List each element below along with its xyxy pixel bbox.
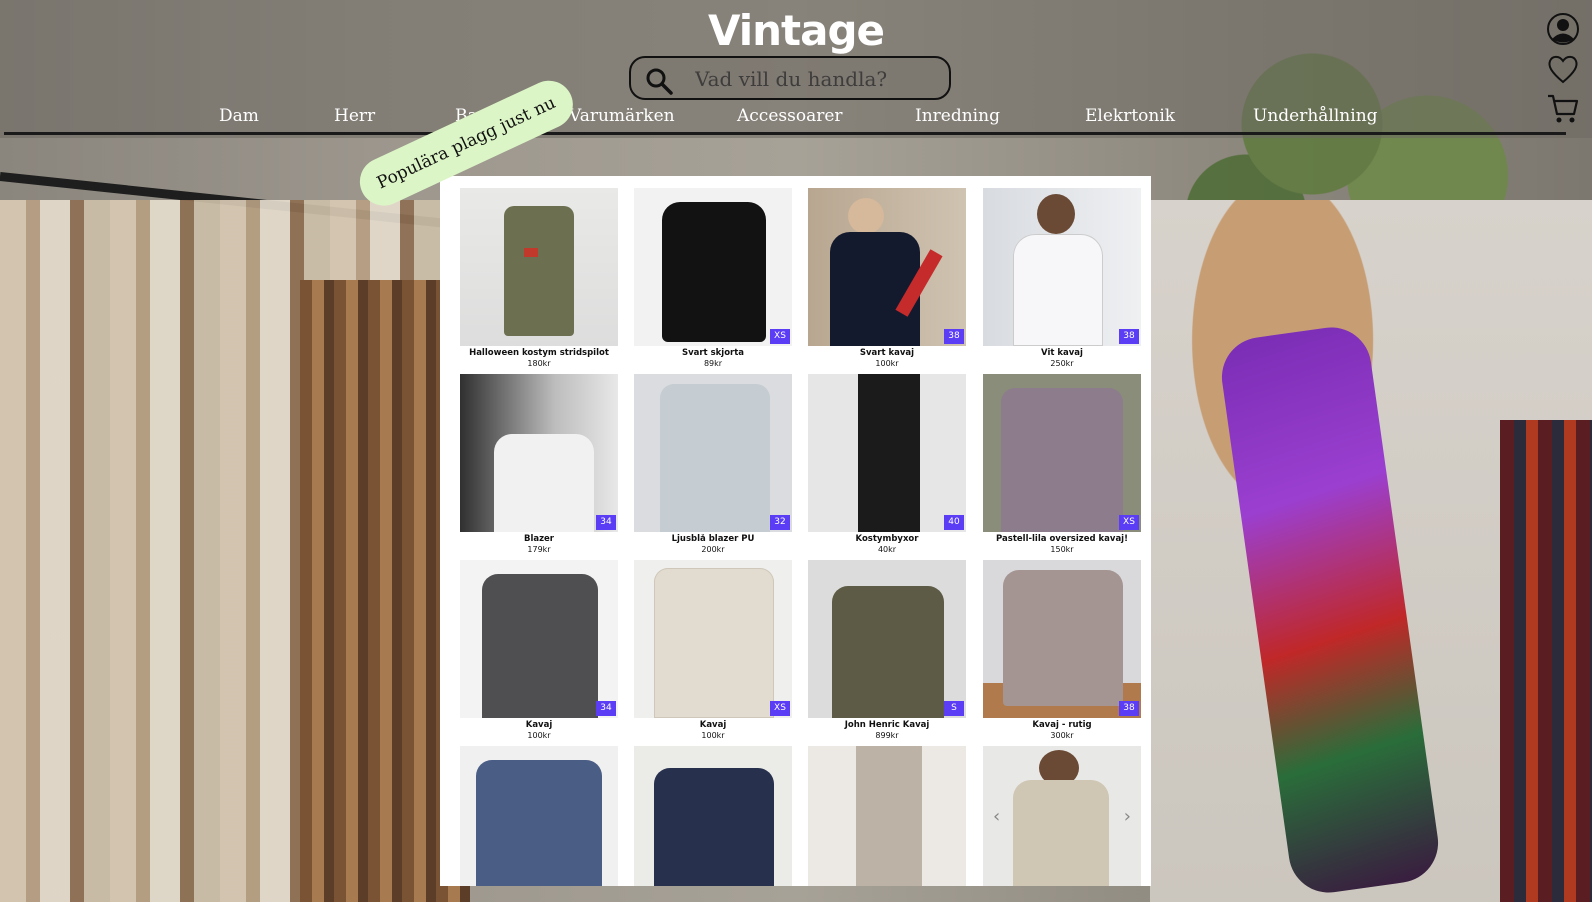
product-title: John Henric Kavaj — [844, 720, 930, 730]
product-image[interactable]: 34 — [460, 374, 618, 532]
product-title: Blazer — [523, 534, 555, 544]
product-card[interactable]: 38 Svart kavaj 100kr — [808, 188, 966, 368]
size-tag: XS — [770, 329, 790, 344]
product-card[interactable]: 34 Kavaj 100kr — [460, 560, 618, 740]
cart-icon[interactable] — [1546, 92, 1580, 126]
nav-item-dam[interactable]: Dam — [219, 106, 259, 126]
brand-logo[interactable]: Vintage — [0, 6, 1592, 55]
size-tag: 38 — [1119, 329, 1139, 344]
size-tag: 34 — [596, 515, 616, 530]
product-title: Ljusblå blazer PU — [671, 534, 755, 544]
nav-item-accessoarer[interactable]: Accessoarer — [737, 106, 843, 126]
product-title: Halloween kostym stridspilot — [469, 348, 609, 358]
carousel-prev-icon[interactable]: ‹ — [993, 806, 1000, 827]
product-card[interactable]: XS Pastell-lila oversized kavaj! 150kr — [983, 374, 1141, 554]
product-card[interactable]: Halloween kostym stridspilot 180kr — [460, 188, 618, 368]
product-image[interactable] — [460, 188, 618, 346]
product-image[interactable] — [634, 746, 792, 886]
size-tag: XS — [1119, 515, 1139, 530]
product-price: 200kr — [701, 545, 725, 554]
heart-icon[interactable] — [1546, 52, 1580, 86]
product-title: Kavaj — [699, 720, 727, 730]
size-tag: 38 — [1119, 701, 1139, 716]
site-header: Vintage Dam Herr Barn Varumärken Accesso… — [0, 0, 1592, 138]
product-price: 150kr — [1050, 545, 1074, 554]
product-card[interactable] — [460, 746, 618, 886]
product-image[interactable] — [808, 746, 966, 886]
size-tag: 40 — [944, 515, 964, 530]
size-tag: XS — [770, 701, 790, 716]
product-price: 100kr — [527, 731, 551, 740]
product-card[interactable] — [808, 746, 966, 886]
size-tag: 32 — [770, 515, 790, 530]
background-rack — [1500, 420, 1592, 902]
product-title: Kavaj - rutig — [1032, 720, 1092, 730]
nav-item-underhallning[interactable]: Underhållning — [1253, 106, 1378, 126]
main-nav: Dam Herr Barn Varumärken Accessoarer Inr… — [0, 106, 1592, 130]
product-price: 100kr — [875, 359, 899, 368]
product-price: 899kr — [875, 731, 899, 740]
product-image[interactable] — [460, 746, 618, 886]
product-price: 180kr — [527, 359, 551, 368]
product-price: 250kr — [1050, 359, 1074, 368]
product-card[interactable]: 38 Vit kavaj 250kr — [983, 188, 1141, 368]
product-image[interactable]: 32 — [634, 374, 792, 532]
size-tag: 38 — [944, 329, 964, 344]
product-card[interactable]: 34 Blazer 179kr — [460, 374, 618, 554]
product-card[interactable]: ‹ › — [983, 746, 1141, 886]
product-image[interactable]: 38 — [983, 188, 1141, 346]
nav-item-varumarken[interactable]: Varumärken — [569, 106, 675, 126]
carousel-next-icon[interactable]: › — [1124, 806, 1131, 827]
product-image[interactable]: XS — [634, 560, 792, 718]
product-title: Svart kavaj — [859, 348, 915, 358]
product-card[interactable]: 32 Ljusblå blazer PU 200kr — [634, 374, 792, 554]
product-image[interactable]: 38 — [983, 560, 1141, 718]
product-title: Kostymbyxor — [855, 534, 919, 544]
product-image[interactable]: XS — [634, 188, 792, 346]
product-card[interactable]: XS Kavaj 100kr — [634, 560, 792, 740]
user-icon[interactable] — [1546, 12, 1580, 46]
product-price: 89kr — [703, 359, 723, 368]
search-bar[interactable] — [629, 56, 951, 100]
product-title: Svart skjorta — [681, 348, 745, 358]
nav-item-elektronik[interactable]: Elekrtonik — [1085, 106, 1175, 126]
product-title: Pastell-lila oversized kavaj! — [996, 534, 1128, 544]
product-image[interactable]: XS — [983, 374, 1141, 532]
product-image[interactable]: ‹ › — [983, 746, 1141, 886]
product-image[interactable]: S — [808, 560, 966, 718]
search-input[interactable] — [695, 64, 935, 94]
product-price: 300kr — [1050, 731, 1074, 740]
product-image[interactable]: 34 — [460, 560, 618, 718]
search-icon[interactable] — [645, 67, 673, 95]
product-card[interactable]: 38 Kavaj - rutig 300kr — [983, 560, 1141, 740]
nav-divider — [4, 132, 1566, 135]
product-card[interactable]: S John Henric Kavaj 899kr — [808, 560, 966, 740]
product-grid: Halloween kostym stridspilot 180kr XS Sv… — [440, 176, 1151, 886]
size-tag: S — [944, 701, 964, 716]
product-image[interactable]: 40 — [808, 374, 966, 532]
product-card[interactable]: 40 Kostymbyxor 40kr — [808, 374, 966, 554]
product-card[interactable]: XS Svart skjorta 89kr — [634, 188, 792, 368]
product-price: 40kr — [877, 545, 897, 554]
product-title: Vit kavaj — [1041, 348, 1083, 358]
product-price: 100kr — [701, 731, 725, 740]
size-tag: 34 — [596, 701, 616, 716]
product-image[interactable]: 38 — [808, 188, 966, 346]
product-title: Kavaj — [525, 720, 553, 730]
nav-item-herr[interactable]: Herr — [334, 106, 375, 126]
product-card[interactable] — [634, 746, 792, 886]
nav-item-inredning[interactable]: Inredning — [915, 106, 1000, 126]
product-price: 179kr — [527, 545, 551, 554]
